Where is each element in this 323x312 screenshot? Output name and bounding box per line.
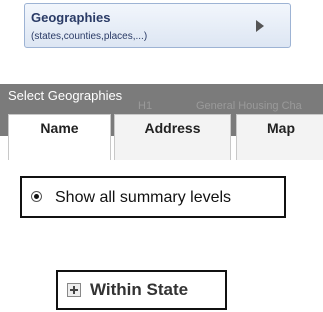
within-state-label: Within State [90, 280, 189, 299]
summary-levels-label: Show all summary levels [55, 189, 232, 206]
geographies-subtitle: (states,counties,places,...) [31, 31, 148, 42]
tab-map-label: Map [267, 120, 295, 136]
tab-address[interactable]: Address [114, 114, 231, 160]
tab-name[interactable]: Name [8, 114, 111, 160]
summary-levels-option[interactable]: Show all summary levels [20, 176, 286, 218]
tab-address-label: Address [144, 120, 201, 136]
geographies-title: Geographies [31, 10, 111, 25]
panel-title: Select Geographies [8, 88, 123, 103]
geographies-button[interactable]: Geographies (states,counties,places,...) [24, 3, 291, 48]
radio-button[interactable] [31, 191, 42, 202]
tab-map[interactable]: Map [236, 114, 323, 160]
tab-name-label: Name [40, 120, 79, 136]
background-table-text: General Housing Cha [196, 100, 302, 112]
expand-plus-icon[interactable] [67, 283, 81, 297]
arrow-right-icon [256, 20, 264, 32]
background-table-text: H1 [138, 100, 153, 112]
radio-selected-dot [34, 194, 39, 199]
select-geographies-panel: H1 General Housing Cha Select Geographie… [0, 84, 323, 160]
within-state-item[interactable]: Within State [56, 270, 227, 310]
